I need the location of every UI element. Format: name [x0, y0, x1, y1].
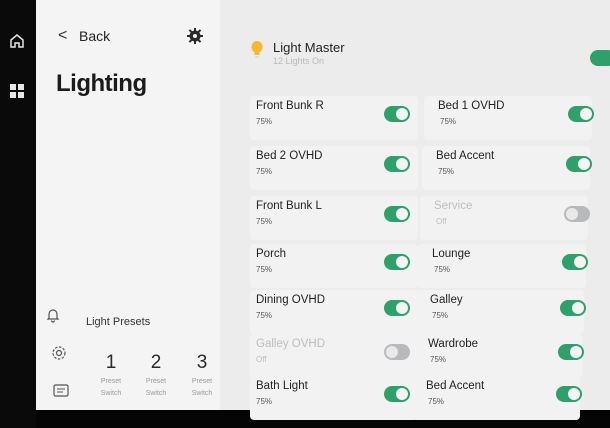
light-toggle[interactable]: [384, 206, 410, 222]
master-title: Light Master: [273, 40, 345, 55]
preset-caption: Preset: [145, 378, 167, 385]
light-level: Off: [436, 217, 447, 226]
light-name: Front Bunk R: [256, 100, 324, 112]
light-name: Dining OVHD: [256, 294, 326, 306]
light-toggle[interactable]: [558, 344, 584, 360]
preset-button-1[interactable]: 1 Preset Switch: [89, 336, 133, 406]
light-level: 75%: [256, 311, 273, 320]
light-name: Front Bunk L: [256, 200, 322, 212]
light-toggle[interactable]: [566, 156, 592, 172]
master-toggle[interactable]: [590, 50, 610, 66]
preset-caption: Preset: [100, 378, 122, 385]
light-card[interactable]: Service Off: [420, 196, 590, 240]
presets-label: Light Presets: [86, 316, 151, 328]
light-name: Galley: [430, 294, 463, 306]
light-card[interactable]: Front Bunk R 75%: [250, 96, 418, 140]
light-level: 75%: [256, 265, 273, 274]
light-name: Galley OVHD: [256, 338, 326, 350]
preset-caption: Switch: [100, 390, 122, 397]
light-card[interactable]: Bath Light 75%: [250, 376, 418, 420]
light-toggle[interactable]: [384, 156, 410, 172]
back-button[interactable]: Back: [79, 28, 110, 44]
light-card[interactable]: Front Bunk L 75%: [250, 196, 418, 240]
light-level: 75%: [428, 397, 445, 406]
preset-button-3[interactable]: 3 Preset Switch: [180, 336, 224, 406]
home-icon[interactable]: [6, 30, 28, 52]
back-chevron-icon[interactable]: <: [58, 27, 67, 45]
bulb-icon: [251, 41, 263, 58]
gear-icon[interactable]: [187, 28, 203, 44]
preset-caption: Switch: [191, 390, 213, 397]
side-rail: [0, 0, 36, 428]
light-name: Bed Accent: [436, 150, 495, 162]
light-toggle[interactable]: [384, 344, 410, 360]
preset-caption: Preset: [191, 378, 213, 385]
light-toggle[interactable]: [568, 106, 594, 122]
settings-icon[interactable]: [48, 342, 70, 364]
light-level: 75%: [256, 217, 273, 226]
bell-icon[interactable]: [42, 304, 64, 326]
light-card[interactable]: Bed 1 OVHD 75%: [424, 96, 594, 140]
light-name: Bed Accent: [426, 380, 485, 392]
preset-caption: Switch: [145, 390, 167, 397]
light-toggle[interactable]: [384, 106, 410, 122]
dashboard-icon[interactable]: [6, 80, 28, 102]
light-card[interactable]: Lounge 75%: [418, 244, 588, 288]
light-card[interactable]: Dining OVHD 75%: [250, 290, 418, 334]
light-level: Off: [256, 355, 267, 364]
light-name: Bed 2 OVHD: [256, 150, 323, 162]
preset-button-2[interactable]: 2 Preset Switch: [134, 336, 178, 406]
light-level: 75%: [256, 117, 273, 126]
page-title: Lighting: [56, 70, 147, 97]
message-icon[interactable]: [50, 380, 72, 402]
light-level: 75%: [434, 265, 451, 274]
light-level: 75%: [430, 355, 447, 364]
light-toggle[interactable]: [384, 386, 410, 402]
light-card[interactable]: Galley 75%: [416, 290, 586, 334]
light-name: Lounge: [432, 248, 471, 260]
light-card[interactable]: Bed Accent 75%: [412, 376, 582, 420]
light-level: 75%: [440, 117, 457, 126]
preset-number: 1: [105, 352, 117, 373]
light-level: 75%: [432, 311, 449, 320]
light-toggle[interactable]: [556, 386, 582, 402]
preset-number: 2: [150, 352, 162, 373]
light-card[interactable]: Bed Accent 75%: [422, 146, 592, 190]
light-toggle[interactable]: [564, 206, 590, 222]
light-name: Service: [434, 200, 473, 212]
light-toggle[interactable]: [384, 300, 410, 316]
light-toggle[interactable]: [560, 300, 586, 316]
light-card[interactable]: Bed 2 OVHD 75%: [250, 146, 418, 190]
light-name: Wardrobe: [428, 338, 479, 350]
light-toggle[interactable]: [562, 254, 588, 270]
master-subtitle: 12 Lights On: [273, 56, 325, 66]
light-name: Bed 1 OVHD: [438, 100, 505, 112]
light-level: 75%: [256, 397, 273, 406]
light-name: Bath Light: [256, 380, 308, 392]
light-card[interactable]: Porch 75%: [250, 244, 418, 288]
light-toggle[interactable]: [384, 254, 410, 270]
light-card[interactable]: Galley OVHD Off: [250, 334, 418, 378]
light-card[interactable]: Wardrobe 75%: [414, 334, 584, 378]
preset-number: 3: [196, 352, 208, 373]
light-level: 75%: [438, 167, 455, 176]
light-name: Porch: [256, 248, 287, 260]
light-level: 75%: [256, 167, 273, 176]
